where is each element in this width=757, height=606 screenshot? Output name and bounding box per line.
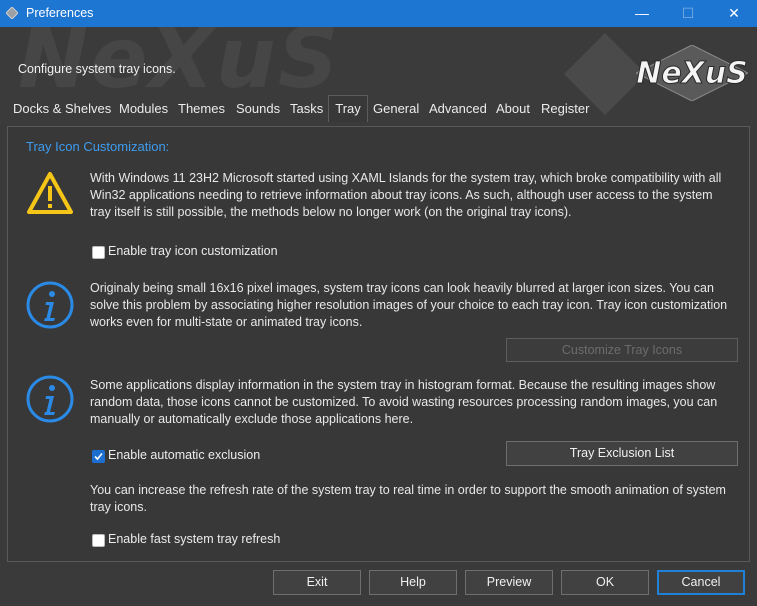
preview-button[interactable]: Preview — [465, 570, 553, 595]
exit-button[interactable]: Exit — [273, 570, 361, 595]
tab-general[interactable]: General — [373, 96, 419, 120]
warning-icon — [27, 172, 73, 214]
tray-settings-panel: Tray Icon Customization: With Windows 11… — [7, 126, 750, 562]
info2-text: Some applications display information in… — [90, 378, 718, 426]
tab-register[interactable]: Register — [541, 96, 589, 120]
minimize-button[interactable]: — — [619, 0, 665, 27]
window-title: Preferences — [26, 6, 94, 20]
auto-exclusion-label[interactable]: Enable automatic exclusion — [108, 448, 260, 462]
tab-advanced[interactable]: Advanced — [429, 96, 487, 120]
checkbox-box[interactable] — [92, 246, 105, 259]
maximize-button[interactable]: ☐ — [665, 0, 711, 27]
info1-text: Originaly being small 16x16 pixel images… — [90, 281, 728, 329]
warning-text: With Windows 11 23H2 Microsoft started u… — [90, 171, 722, 219]
help-button[interactable]: Help — [369, 570, 457, 595]
tab-themes[interactable]: Themes — [178, 96, 225, 120]
tab-docks-shelves[interactable]: Docks & Shelves — [13, 96, 111, 120]
page-subtitle: Configure system tray icons. — [18, 62, 176, 76]
tab-about[interactable]: About — [496, 96, 530, 120]
checkbox-box[interactable] — [92, 450, 105, 463]
tab-modules[interactable]: Modules — [119, 96, 168, 120]
tab-tasks[interactable]: Tasks — [290, 96, 323, 120]
refresh-text: You can increase the refresh rate of the… — [90, 483, 726, 514]
nexus-logo: NeXuS — [636, 45, 748, 101]
fast-refresh-label[interactable]: Enable fast system tray refresh — [108, 532, 280, 546]
info-icon — [26, 281, 74, 329]
title-bar: Preferences — ☐ ✕ — [0, 0, 757, 27]
app-diamond-icon — [6, 7, 18, 19]
tray-exclusion-list-button[interactable]: Tray Exclusion List — [506, 441, 738, 466]
enable-customization-label[interactable]: Enable tray icon customization — [108, 244, 278, 258]
ok-button[interactable]: OK — [561, 570, 649, 595]
section-title: Tray Icon Customization: — [26, 139, 170, 154]
customize-tray-icons-button[interactable]: Customize Tray Icons — [506, 338, 738, 362]
tab-sounds[interactable]: Sounds — [236, 96, 280, 120]
logo-text: NeXuS — [636, 56, 748, 91]
checkbox-box[interactable] — [92, 534, 105, 547]
cancel-button[interactable]: Cancel — [657, 570, 745, 595]
info-icon — [26, 375, 74, 423]
tab-tray[interactable]: Tray — [328, 95, 368, 122]
close-button[interactable]: ✕ — [711, 0, 757, 27]
checkmark-icon — [94, 452, 103, 461]
